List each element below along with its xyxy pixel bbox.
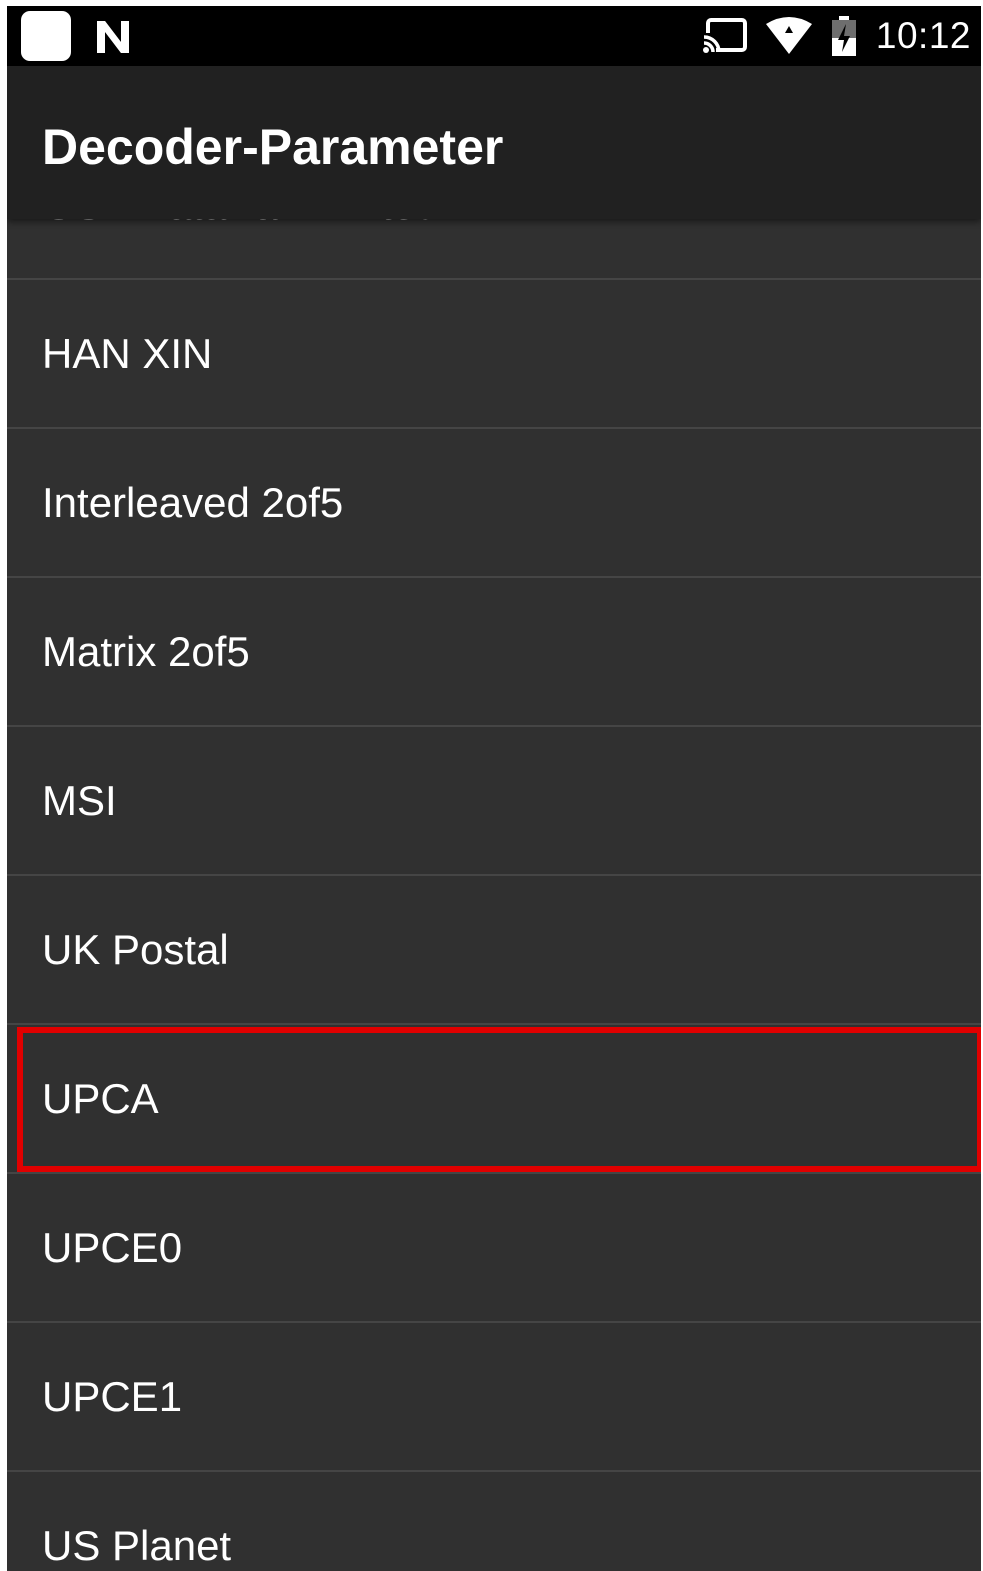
status-time: 10:12 — [875, 15, 971, 56]
list-item-uk-postal[interactable]: UK Postal — [7, 876, 981, 1025]
list-item-matrix-2of5[interactable]: Matrix 2of5 — [7, 578, 981, 727]
list-item-label: Interleaved 2of5 — [42, 478, 344, 526]
list-item-label: UPCE0 — [42, 1223, 183, 1271]
list-item-upce0[interactable]: UPCE0 — [7, 1174, 981, 1323]
list-item-upca[interactable]: UPCA — [7, 1025, 981, 1174]
list-item-msi[interactable]: MSI — [7, 727, 981, 876]
decoder-list: GS1 DataBar Limited HAN XIN Interleaved … — [7, 131, 981, 1571]
list-item-label: HAN XIN — [42, 329, 213, 377]
list-item-label: UPCA — [42, 1074, 159, 1122]
list-item-interleaved-2of5[interactable]: Interleaved 2of5 — [7, 429, 981, 578]
list-item-upce1[interactable]: UPCE1 — [7, 1323, 981, 1472]
list-item-us-planet[interactable]: US Planet — [7, 1472, 981, 1571]
page-title: Decoder-Parameter — [42, 119, 504, 175]
n-notification-icon — [97, 21, 129, 53]
app-square-icon — [21, 11, 71, 61]
cast-icon — [701, 18, 747, 55]
list-item-han-xin[interactable]: HAN XIN — [7, 280, 981, 429]
wifi-icon — [765, 17, 812, 54]
list-item-label: MSI — [42, 776, 117, 824]
status-bar: 10:12 — [7, 6, 981, 66]
list-item-label: UK Postal — [42, 925, 229, 973]
list-item-label: US Planet — [42, 1521, 232, 1569]
battery-icon — [831, 16, 856, 56]
screen: 10:12 Decoder-Parameter GS1 DataBar Limi… — [7, 6, 981, 1571]
app-bar: Decoder-Parameter — [7, 66, 981, 219]
list-item-label: Matrix 2of5 — [42, 627, 250, 675]
list-item-label: UPCE1 — [42, 1372, 183, 1420]
